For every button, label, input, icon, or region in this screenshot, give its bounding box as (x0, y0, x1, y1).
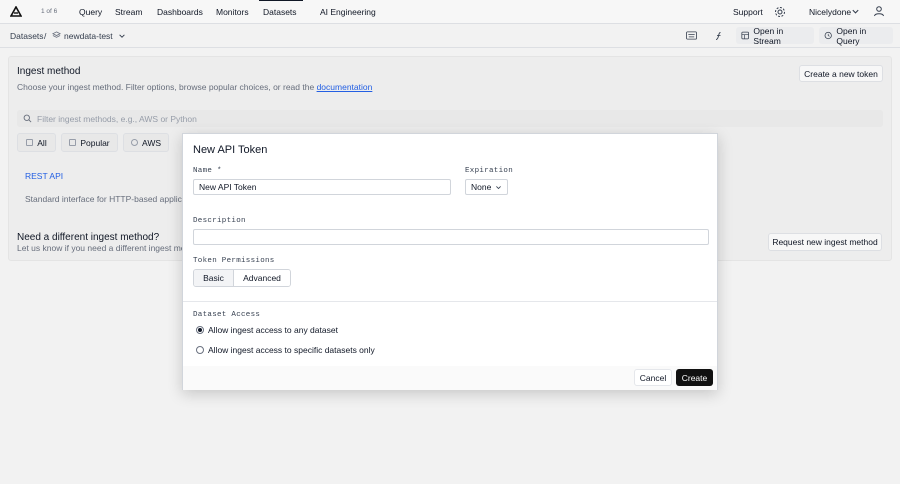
radio-any-label: Allow ingest access to any dataset (208, 325, 338, 335)
create-button[interactable]: Create (676, 369, 713, 386)
dataset-access-label: Dataset Access (193, 311, 261, 319)
description-label: Description (193, 217, 246, 225)
radio-any-dataset[interactable]: Allow ingest access to any dataset (196, 325, 338, 335)
name-label: Name * (193, 167, 222, 175)
radio-specific-datasets[interactable]: Allow ingest access to specific datasets… (196, 345, 375, 355)
expiration-select[interactable]: None (465, 179, 508, 195)
token-permissions-label: Token Permissions (193, 257, 275, 265)
cancel-button[interactable]: Cancel (634, 369, 672, 386)
description-input[interactable] (193, 229, 709, 245)
tab-advanced[interactable]: Advanced (234, 270, 290, 286)
dialog-title: New API Token (193, 144, 268, 156)
chevron-down-icon (496, 185, 501, 189)
name-input[interactable]: New API Token (193, 179, 451, 195)
expiration-value: None (471, 182, 492, 192)
radio-unselected-icon[interactable] (196, 346, 204, 354)
new-api-token-dialog: New API Token Name * New API Token Expir… (182, 133, 718, 390)
permissions-tabs: Basic Advanced (193, 269, 291, 287)
radio-selected-icon[interactable] (196, 326, 204, 334)
section-divider (183, 301, 717, 302)
radio-specific-label: Allow ingest access to specific datasets… (208, 345, 375, 355)
expiration-label: Expiration (465, 167, 514, 175)
tab-basic[interactable]: Basic (194, 270, 234, 286)
